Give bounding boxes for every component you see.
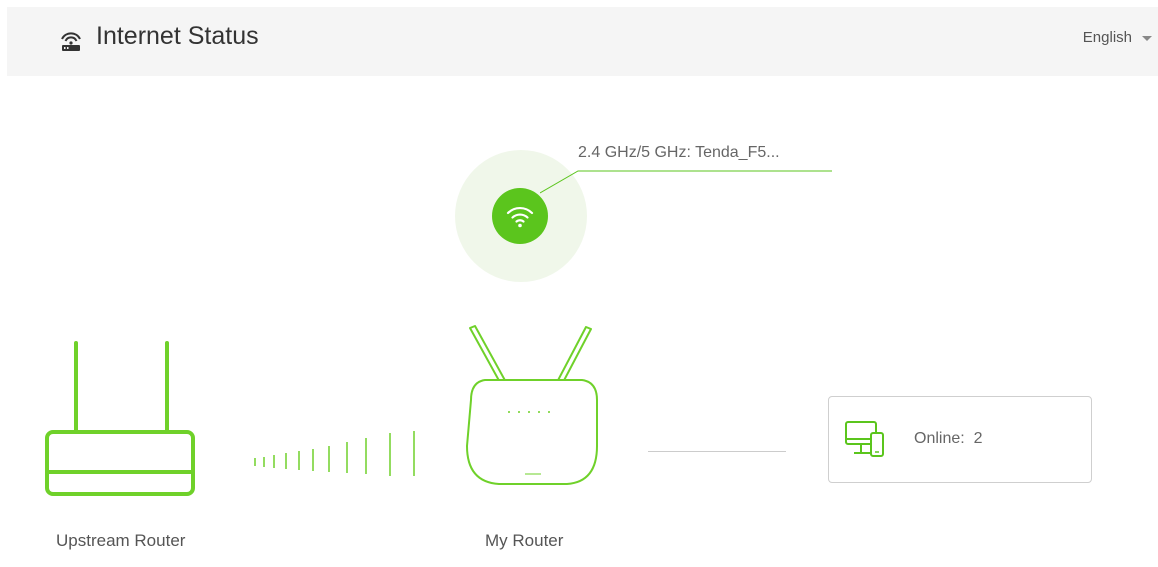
- wifi-button[interactable]: [492, 188, 548, 244]
- my-router-label: My Router: [485, 531, 564, 550]
- upstream-router-label: Upstream Router: [56, 531, 186, 550]
- top-header: Internet Status English: [7, 7, 1158, 76]
- ssid-leader-line: [540, 170, 832, 194]
- online-count-text: Online: 2: [914, 430, 983, 448]
- ssid-label[interactable]: 2.4 GHz/5 GHz: Tenda_F5...: [578, 144, 780, 162]
- signal-waves-icon: [254, 431, 415, 476]
- devices-icon: [845, 421, 884, 457]
- language-select[interactable]: English: [1083, 29, 1152, 46]
- connection-line: [648, 451, 786, 452]
- wifi-icon: [506, 206, 534, 228]
- router-icon: [61, 32, 81, 51]
- online-label: Online:: [914, 430, 965, 447]
- online-devices-card[interactable]: Online: 2: [828, 396, 1092, 483]
- my-router-icon: [465, 325, 598, 485]
- language-label: English: [1082, 29, 1132, 46]
- upstream-router-icon: [45, 341, 195, 496]
- chevron-down-icon: [1142, 35, 1152, 41]
- page-left-edge: [0, 0, 7, 567]
- page-title: Internet Status: [96, 22, 259, 50]
- online-count: 2: [973, 430, 983, 447]
